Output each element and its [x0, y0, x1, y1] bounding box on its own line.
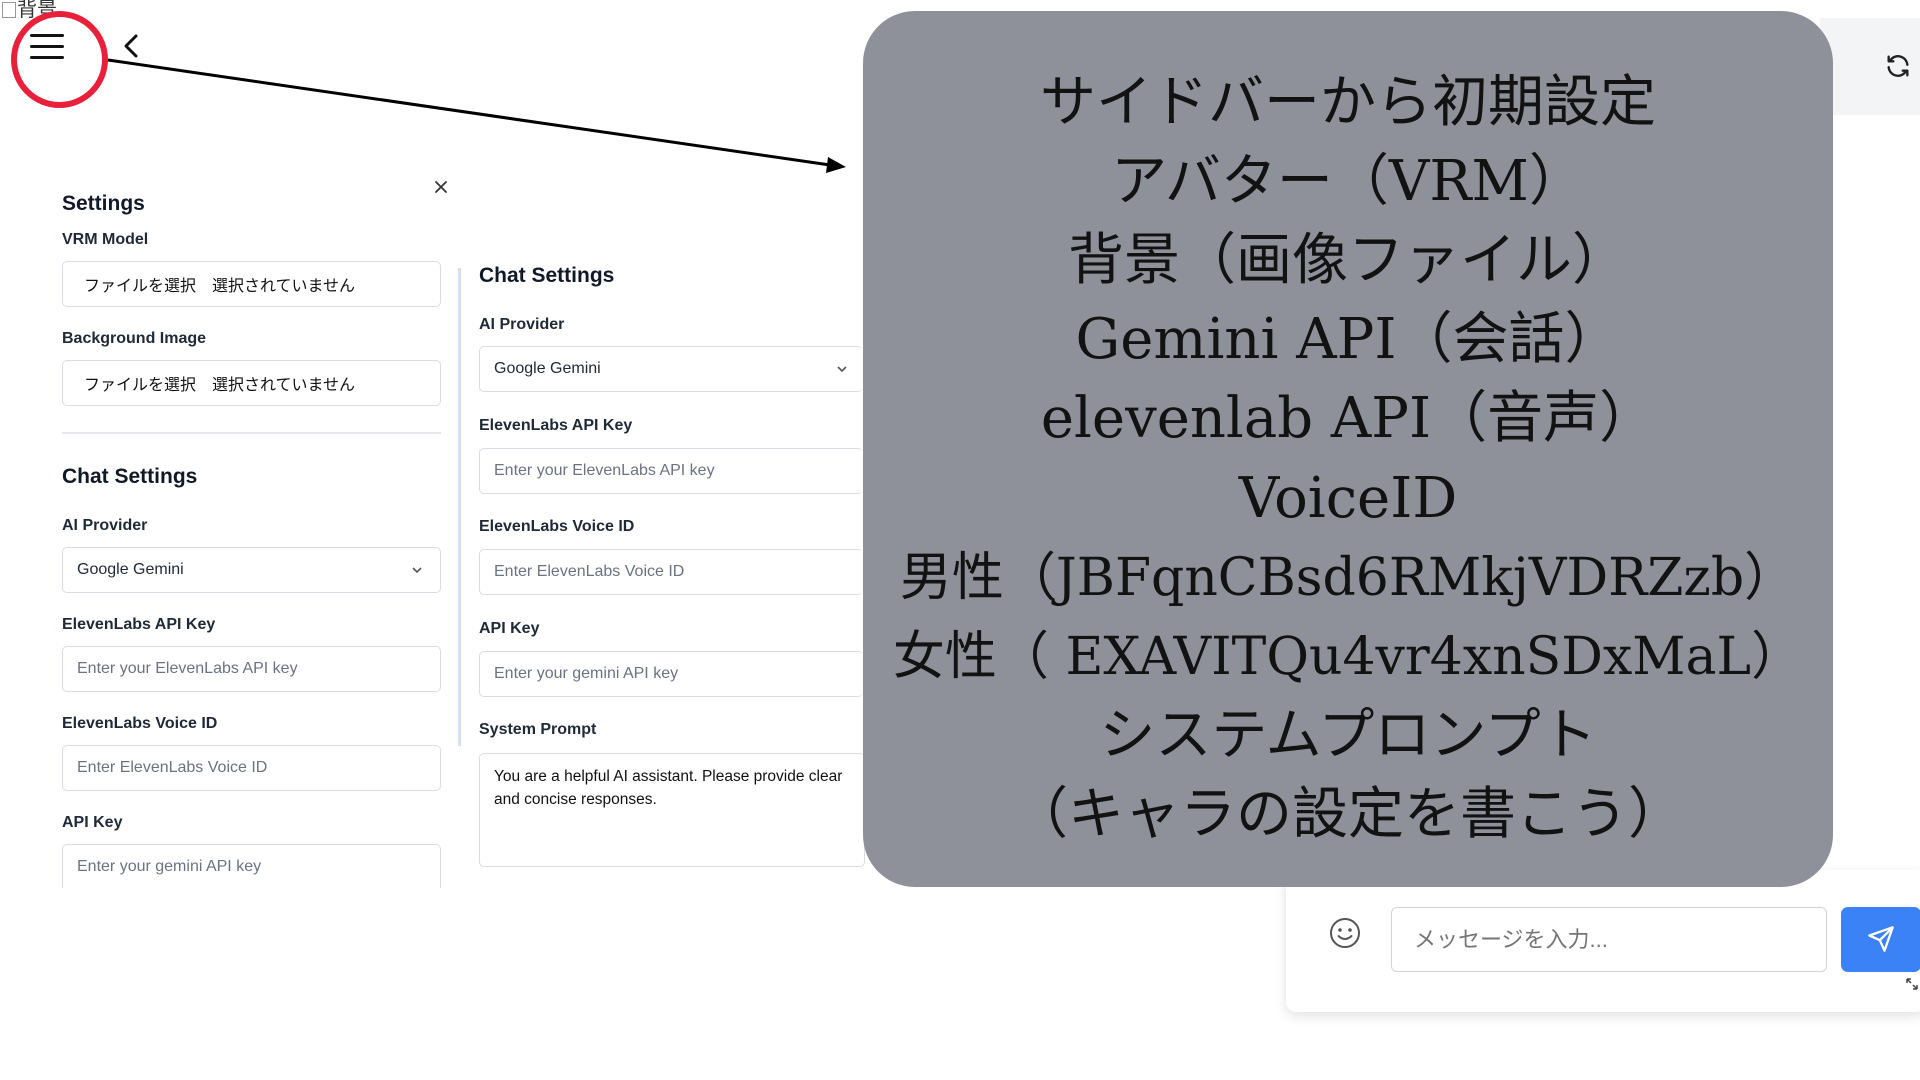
elevenlabs-key-label-2: ElevenLabs API Key: [479, 417, 633, 434]
elevenlabs-key-label: ElevenLabs API Key: [62, 616, 216, 633]
chevron-down-icon: [412, 567, 422, 574]
overlay-line: Gemini API（会話）: [1075, 307, 1621, 372]
overlay-line: elevenlab API（音声）: [1040, 386, 1656, 451]
close-icon[interactable]: [430, 176, 452, 198]
voice-id-input-2[interactable]: Enter ElevenLabs Voice ID: [479, 549, 863, 595]
vrm-model-label: VRM Model: [62, 231, 149, 248]
voice-id-label: ElevenLabs Voice ID: [62, 715, 218, 732]
api-key-input-2[interactable]: Enter your gemini API key: [479, 651, 863, 697]
resize-icon[interactable]: [1904, 976, 1920, 992]
overlay-line: 女性（ EXAVITQu4vr4xnSDxMaL）: [892, 627, 1804, 687]
ai-provider-select-2[interactable]: Google Gemini: [479, 346, 863, 392]
broken-image-icon: [2, 2, 16, 18]
overlay-line: サイドバーから初期設定: [1040, 70, 1656, 135]
column-scroll-divider: [458, 268, 461, 746]
background-image-label: Background Image: [62, 330, 207, 347]
settings-title: Settings: [62, 192, 145, 215]
chevron-left-icon[interactable]: [118, 28, 144, 64]
ai-provider-label: AI Provider: [62, 517, 148, 534]
message-input[interactable]: [1391, 907, 1827, 972]
overlay-line: システムプロンプト: [1099, 703, 1597, 768]
api-key-input[interactable]: Enter your gemini API key: [62, 844, 441, 888]
voice-id-label-2: ElevenLabs Voice ID: [479, 518, 635, 535]
background-file-input[interactable]: ファイルを選択 選択されていません: [62, 360, 441, 406]
smile-icon[interactable]: [1328, 916, 1362, 950]
system-prompt-textarea[interactable]: [479, 753, 865, 867]
refresh-icon[interactable]: [1884, 52, 1912, 80]
ai-provider-label-2: AI Provider: [479, 316, 565, 333]
section-divider: [62, 432, 441, 434]
overlay-line: 背景（画像ファイル）: [1068, 228, 1628, 293]
voice-id-input[interactable]: Enter ElevenLabs Voice ID: [62, 745, 441, 791]
overlay-line: アバター（VRM）: [1111, 149, 1585, 214]
chat-settings-title-2: Chat Settings: [479, 264, 615, 287]
chevron-down-icon: [837, 366, 847, 373]
send-button[interactable]: [1841, 907, 1920, 972]
elevenlabs-key-input-2[interactable]: Enter your ElevenLabs API key: [479, 448, 863, 494]
send-icon: [1868, 926, 1894, 952]
annotation-highlight-ring: [11, 11, 108, 108]
api-key-label: API Key: [62, 814, 123, 831]
chat-settings-title: Chat Settings: [62, 465, 198, 488]
ai-provider-select[interactable]: Google Gemini: [62, 547, 441, 593]
elevenlabs-key-input[interactable]: Enter your ElevenLabs API key: [62, 646, 441, 692]
overlay-line: 男性（JBFqnCBsd6RMkjVDRZzb）: [899, 548, 1797, 608]
overlay-line: （キャラの設定を書こう）: [1012, 782, 1684, 847]
instruction-overlay: サイドバーから初期設定 アバター（VRM） 背景（画像ファイル） Gemini …: [863, 11, 1833, 887]
system-prompt-label: System Prompt: [479, 721, 597, 738]
api-key-label-2: API Key: [479, 620, 540, 637]
vrm-file-input[interactable]: ファイルを選択 選択されていません: [62, 261, 441, 307]
overlay-line: VoiceID: [1238, 466, 1458, 531]
